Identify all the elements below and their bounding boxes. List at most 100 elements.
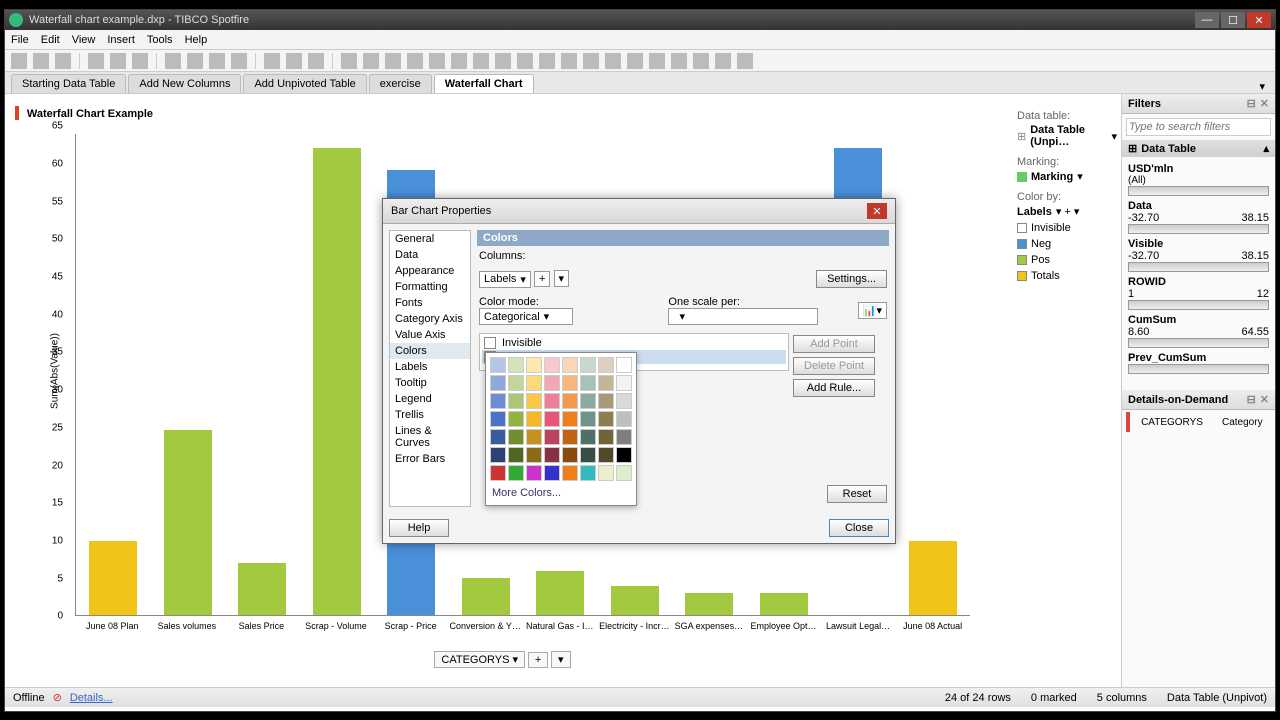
- color-swatch[interactable]: [616, 447, 632, 463]
- bar[interactable]: [462, 578, 510, 615]
- color-swatch[interactable]: [508, 393, 524, 409]
- menu-view[interactable]: View: [72, 34, 96, 46]
- filter-item[interactable]: USD'mln(All): [1128, 163, 1269, 196]
- color-swatch[interactable]: [508, 357, 524, 373]
- toolbar-icon-9[interactable]: [231, 53, 247, 69]
- x-axis-dropdown[interactable]: CATEGORYS ▾: [434, 651, 525, 668]
- toolbar-icon-21[interactable]: [517, 53, 533, 69]
- close-dialog-button[interactable]: Close: [829, 519, 889, 537]
- tab-add-new-columns[interactable]: Add New Columns: [128, 74, 241, 93]
- bar[interactable]: [313, 148, 361, 615]
- menu-tools[interactable]: Tools: [147, 34, 173, 46]
- color-swatch[interactable]: [598, 375, 614, 391]
- bar[interactable]: [685, 593, 733, 615]
- color-swatch[interactable]: [526, 375, 542, 391]
- color-swatch[interactable]: [562, 357, 578, 373]
- legend-item[interactable]: Invisible: [1017, 220, 1117, 236]
- toolbar-icon-26[interactable]: [627, 53, 643, 69]
- color-swatch[interactable]: [490, 465, 506, 481]
- status-details-link[interactable]: Details...: [70, 692, 113, 704]
- color-swatch[interactable]: [598, 447, 614, 463]
- help-button[interactable]: Help: [389, 519, 449, 537]
- color-swatch[interactable]: [490, 357, 506, 373]
- legend-item[interactable]: Totals: [1017, 268, 1117, 284]
- toolbar-icon-20[interactable]: [495, 53, 511, 69]
- color-swatch[interactable]: [616, 357, 632, 373]
- color-swatch[interactable]: [508, 429, 524, 445]
- color-swatch[interactable]: [544, 411, 560, 427]
- dialog-nav-fonts[interactable]: Fonts: [390, 295, 470, 311]
- toolbar-icon-22[interactable]: [539, 53, 555, 69]
- dialog-nav-category-axis[interactable]: Category Axis: [390, 311, 470, 327]
- color-swatch[interactable]: [598, 429, 614, 445]
- color-swatch[interactable]: [562, 393, 578, 409]
- toolbar-icon-13[interactable]: [341, 53, 357, 69]
- color-swatch[interactable]: [526, 447, 542, 463]
- color-swatch[interactable]: [598, 411, 614, 427]
- dialog-nav-legend[interactable]: Legend: [390, 391, 470, 407]
- toolbar-icon-29[interactable]: [693, 53, 709, 69]
- toolbar-icon-17[interactable]: [429, 53, 445, 69]
- toolbar-icon-7[interactable]: [187, 53, 203, 69]
- color-swatch[interactable]: [580, 465, 596, 481]
- tab-waterfall-chart[interactable]: Waterfall Chart: [434, 74, 534, 93]
- color-swatch[interactable]: [562, 447, 578, 463]
- filter-item[interactable]: ROWID112: [1128, 276, 1269, 310]
- color-swatch[interactable]: [616, 393, 632, 409]
- color-swatch[interactable]: [616, 411, 632, 427]
- toolbar-icon-19[interactable]: [473, 53, 489, 69]
- menu-file[interactable]: File: [11, 34, 29, 46]
- columns-dropdown[interactable]: Labels ▾: [479, 271, 531, 288]
- minimize-button[interactable]: —: [1195, 12, 1219, 28]
- filters-close-icon[interactable]: ✕: [1260, 98, 1269, 110]
- columns-menu[interactable]: ▾: [554, 270, 570, 287]
- bar[interactable]: [536, 571, 584, 615]
- legend-item[interactable]: Neg: [1017, 236, 1117, 252]
- toolbar-icon-31[interactable]: [737, 53, 753, 69]
- color-swatch[interactable]: [544, 465, 560, 481]
- dialog-nav-value-axis[interactable]: Value Axis: [390, 327, 470, 343]
- color-swatch[interactable]: [616, 429, 632, 445]
- toolbar-icon-2[interactable]: [55, 53, 71, 69]
- add-rule-button[interactable]: Add Rule...: [793, 379, 875, 397]
- color-swatch[interactable]: [598, 465, 614, 481]
- color-swatch[interactable]: [508, 375, 524, 391]
- reset-button[interactable]: Reset: [827, 485, 887, 503]
- settings-button[interactable]: Settings...: [816, 270, 887, 288]
- toolbar-icon-16[interactable]: [407, 53, 423, 69]
- color-swatch[interactable]: [544, 357, 560, 373]
- toolbar-icon-5[interactable]: [132, 53, 148, 69]
- columns-add[interactable]: +: [534, 271, 550, 287]
- toolbar-icon-25[interactable]: [605, 53, 621, 69]
- color-swatch[interactable]: [616, 375, 632, 391]
- dialog-nav-tooltip[interactable]: Tooltip: [390, 375, 470, 391]
- filter-item[interactable]: CumSum8.6064.55: [1128, 314, 1269, 348]
- x-axis-menu[interactable]: ▾: [551, 651, 571, 668]
- menu-help[interactable]: Help: [185, 34, 208, 46]
- dod-pin-icon[interactable]: ⊟: [1247, 394, 1256, 406]
- close-button[interactable]: ✕: [1247, 12, 1271, 28]
- color-swatch[interactable]: [526, 357, 542, 373]
- toolbar-icon-1[interactable]: [33, 53, 49, 69]
- bar[interactable]: [760, 593, 808, 615]
- menu-edit[interactable]: Edit: [41, 34, 60, 46]
- dod-close-icon[interactable]: ✕: [1260, 394, 1269, 406]
- x-axis-add[interactable]: +: [528, 652, 548, 668]
- toolbar-icon-8[interactable]: [209, 53, 225, 69]
- bar[interactable]: [89, 541, 137, 615]
- filter-item[interactable]: Data-32.7038.15: [1128, 200, 1269, 234]
- color-swatch[interactable]: [544, 447, 560, 463]
- filter-item[interactable]: Prev_CumSum: [1128, 352, 1269, 374]
- color-swatch[interactable]: [616, 465, 632, 481]
- color-swatch[interactable]: [490, 375, 506, 391]
- color-swatch[interactable]: [508, 465, 524, 481]
- color-swatch[interactable]: [562, 429, 578, 445]
- toolbar-icon-12[interactable]: [308, 53, 324, 69]
- bar[interactable]: [238, 563, 286, 615]
- toolbar-icon-0[interactable]: [11, 53, 27, 69]
- filter-group-header[interactable]: ⊞ Data Table ▴: [1122, 140, 1275, 157]
- color-swatch[interactable]: [580, 357, 596, 373]
- bar[interactable]: [164, 430, 212, 615]
- tab-add-unpivoted-table[interactable]: Add Unpivoted Table: [243, 74, 366, 93]
- toolbar-icon-3[interactable]: [88, 53, 104, 69]
